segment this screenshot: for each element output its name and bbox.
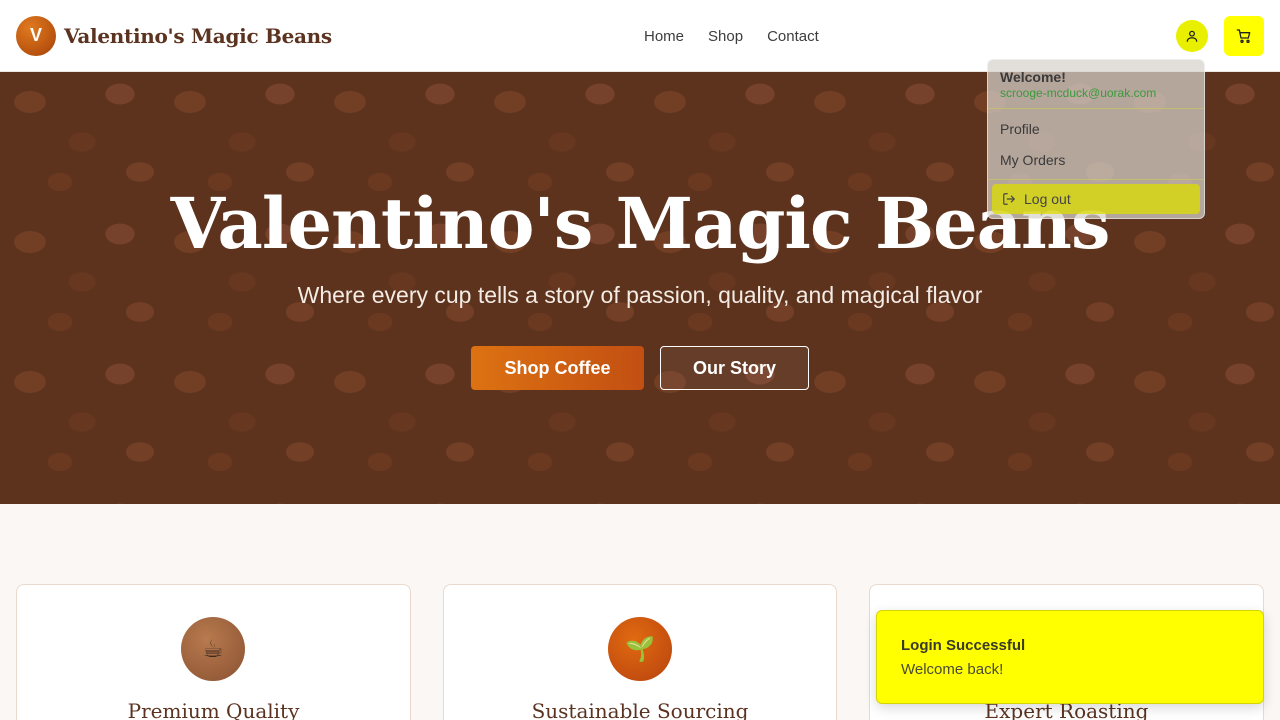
feature-card-sourcing: 🌱 Sustainable Sourcing (443, 584, 837, 720)
divider (988, 108, 1204, 109)
logout-label: Log out (1024, 191, 1071, 207)
logo-letter: V (29, 25, 42, 45)
logo-icon[interactable]: V (16, 15, 56, 56)
menu-item-profile[interactable]: Profile (1000, 121, 1040, 137)
brand-name[interactable]: Valentino's Magic Beans (64, 24, 332, 48)
nav-home[interactable]: Home (644, 28, 684, 45)
main-nav: Home Shop Contact (644, 0, 819, 72)
dropdown-email: scrooge-mcduck@uorak.com (1000, 86, 1157, 100)
shop-coffee-button[interactable]: Shop Coffee (471, 346, 644, 390)
feature-card-quality: ☕ Premium Quality (16, 584, 411, 720)
dropdown-welcome: Welcome! (1000, 69, 1066, 85)
cart-button[interactable] (1224, 16, 1264, 56)
nav-shop[interactable]: Shop (708, 28, 743, 45)
logout-icon (1003, 193, 1015, 205)
logout-button[interactable]: Log out (992, 184, 1200, 214)
toast-message: Welcome back! (901, 661, 1004, 678)
menu-item-my-orders[interactable]: My Orders (1000, 152, 1065, 168)
nav-contact[interactable]: Contact (767, 28, 819, 45)
seedling-icon: 🌱 (608, 617, 672, 681)
login-toast[interactable]: Login Successful Welcome back! (876, 610, 1264, 704)
user-dropdown-menu: Welcome! scrooge-mcduck@uorak.com Profil… (987, 59, 1205, 219)
cart-icon (1236, 29, 1251, 43)
toast-title: Login Successful (901, 637, 1026, 654)
feature-title: Premium Quality (127, 699, 300, 720)
user-icon (1186, 30, 1198, 42)
our-story-button[interactable]: Our Story (660, 346, 809, 390)
divider (988, 179, 1204, 180)
coffee-cup-icon: ☕ (181, 617, 245, 681)
hero-subtitle: Where every cup tells a story of passion… (297, 282, 983, 308)
user-menu-button[interactable] (1176, 20, 1208, 52)
feature-title: Sustainable Sourcing (531, 699, 749, 720)
